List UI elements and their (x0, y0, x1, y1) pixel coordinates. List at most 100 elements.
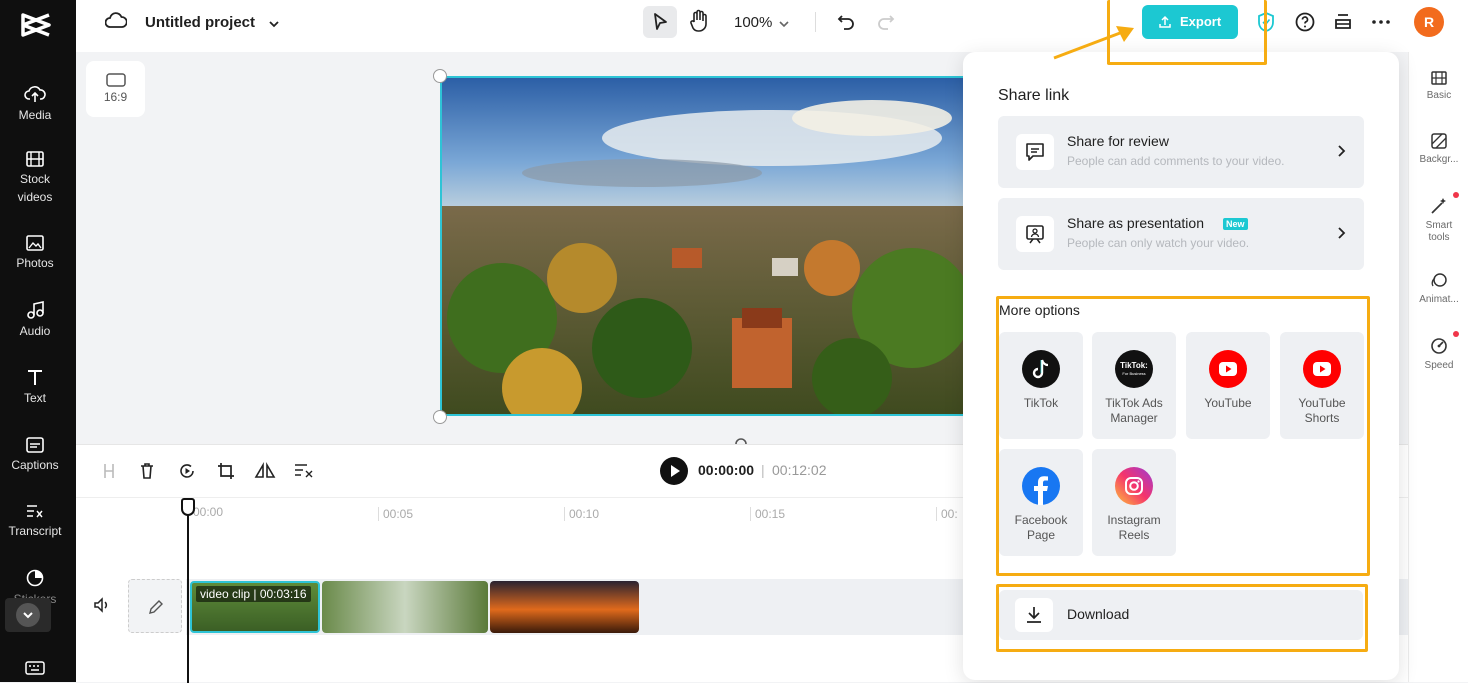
transcript-icon (27, 505, 43, 518)
flip-icon[interactable] (254, 461, 276, 486)
playhead-handle[interactable] (181, 498, 195, 516)
delete-icon[interactable] (138, 461, 156, 486)
sidebar-item-basic[interactable]: Basic (1409, 70, 1468, 102)
video-clip-selected[interactable]: video clip | 00:03:16 (190, 581, 320, 633)
avatar[interactable]: R (1414, 7, 1444, 37)
replay-icon[interactable] (177, 461, 197, 486)
layers-icon[interactable] (1333, 11, 1353, 38)
notification-dot (1453, 192, 1459, 198)
clip-label: video clip | 00:03:16 (196, 586, 311, 602)
cursor-icon (654, 13, 667, 30)
hand-icon (690, 9, 707, 32)
play-icon (671, 465, 680, 477)
sidebar-item-animation[interactable]: Animat... (1409, 272, 1468, 306)
more-options-icon[interactable] (1370, 11, 1392, 38)
pencil-icon (149, 600, 163, 614)
new-badge: New (1223, 218, 1248, 230)
presentation-icon (1016, 216, 1054, 252)
share-as-presentation-subtitle: People can only watch your video. (1067, 236, 1250, 250)
sidebar-item-label: Audio (19, 324, 51, 338)
share-as-presentation-title: Share as presentation (1067, 215, 1204, 231)
music-note-icon (27, 301, 44, 319)
zoom-level[interactable]: 100% (734, 14, 772, 31)
sidebar-item-label: Animat... (1419, 294, 1459, 305)
sticker-icon (26, 569, 44, 587)
undo-button[interactable] (836, 11, 856, 36)
select-tool-button[interactable] (643, 6, 677, 38)
share-for-review-title: Share for review (1067, 133, 1169, 149)
redo-button[interactable] (876, 11, 896, 36)
ruler-tick: 00:15 (750, 507, 785, 521)
resize-handle[interactable] (433, 69, 447, 83)
share-for-review-button[interactable]: Share for review People can add comments… (998, 116, 1364, 188)
sidebar-item-speed[interactable]: Speed (1409, 336, 1468, 372)
sidebar-item-stock-videos[interactable]: Stock videos (0, 150, 70, 206)
sidebar-item-photos[interactable]: Photos (0, 234, 70, 272)
aspect-ratio-label: 16:9 (103, 90, 128, 104)
background-icon (1431, 133, 1447, 149)
ruler-tick: 00:05 (378, 507, 413, 521)
transcript-edit-icon[interactable] (293, 461, 315, 486)
chevron-down-icon[interactable] (268, 16, 280, 34)
sidebar-item-media[interactable]: Media (0, 84, 70, 124)
text-icon (28, 370, 42, 385)
annotation-arrow-icon (1053, 26, 1134, 60)
capcut-logo-icon[interactable] (20, 12, 52, 43)
notification-dot (1453, 331, 1459, 337)
more-options-highlight-box (996, 296, 1370, 576)
playhead[interactable] (187, 499, 189, 683)
magic-wand-icon (1431, 198, 1446, 214)
sidebar-item-label: Photos (16, 256, 54, 270)
sidebar-item-transcript[interactable]: Transcript (0, 502, 70, 540)
play-button[interactable] (660, 457, 688, 485)
cover-edit-button[interactable] (128, 579, 182, 633)
sidebar-item-label: Text (23, 391, 46, 405)
crop-icon[interactable] (216, 461, 236, 486)
time-separator: | (761, 462, 765, 478)
sidebar-item-audio[interactable]: Audio (0, 300, 70, 340)
undo-icon (837, 15, 854, 30)
sidebar-item-text[interactable]: Text (0, 367, 70, 407)
share-as-presentation-button[interactable]: Share as presentation New People can onl… (998, 198, 1364, 270)
resize-handle[interactable] (433, 410, 447, 424)
ruler-tick: 00:00 (193, 505, 224, 519)
sidebar-item-background[interactable]: Backgr... (1409, 132, 1468, 166)
volume-icon[interactable] (93, 597, 111, 618)
cloud-upload-icon (24, 86, 46, 102)
download-highlight-box (996, 584, 1368, 652)
sidebar-item-label: Backgr... (1419, 154, 1459, 165)
aspect-ratio-button[interactable]: 16:9 (86, 61, 145, 117)
ruler-tick: 00:10 (564, 507, 599, 521)
redo-icon (878, 15, 895, 30)
keyboard-icon[interactable] (24, 660, 46, 681)
sidebar-item-label: Transcript (8, 524, 62, 538)
chevron-right-icon (1338, 227, 1346, 239)
chevron-right-icon (1338, 145, 1346, 157)
comment-icon (1016, 134, 1054, 170)
video-preview[interactable] (440, 76, 975, 416)
total-time: 00:12:02 (772, 462, 827, 478)
sidebar-item-smart-tools[interactable]: Smart tools (1409, 196, 1468, 244)
help-icon[interactable] (1294, 11, 1316, 38)
hand-tool-button[interactable] (687, 8, 711, 39)
video-clip[interactable] (322, 581, 488, 633)
film-icon (26, 151, 44, 167)
cloud-sync-icon[interactable] (104, 11, 128, 36)
ruler-tick: 00: (936, 507, 958, 521)
more-tools-button[interactable] (5, 598, 51, 632)
current-time: 00:00:00 (698, 462, 755, 478)
speed-icon (1431, 338, 1447, 354)
sidebar-item-label: Media (18, 108, 52, 122)
sidebar-item-label: Stock videos (17, 172, 53, 204)
share-for-review-subtitle: People can add comments to your video. (1067, 154, 1285, 168)
preview-image (442, 78, 973, 414)
split-icon[interactable] (101, 461, 117, 486)
left-sidebar: Media Stock videos Photos Audio Text Cap… (0, 0, 76, 682)
chevron-down-icon[interactable] (778, 16, 790, 34)
project-title[interactable]: Untitled project (145, 14, 255, 31)
toolbar-divider (815, 12, 816, 32)
right-sidebar: Basic Backgr... Smart tools Animat... Sp… (1408, 52, 1468, 682)
sidebar-item-captions[interactable]: Captions (0, 436, 70, 474)
video-clip[interactable] (490, 581, 639, 633)
share-link-title: Share link (998, 87, 1070, 104)
